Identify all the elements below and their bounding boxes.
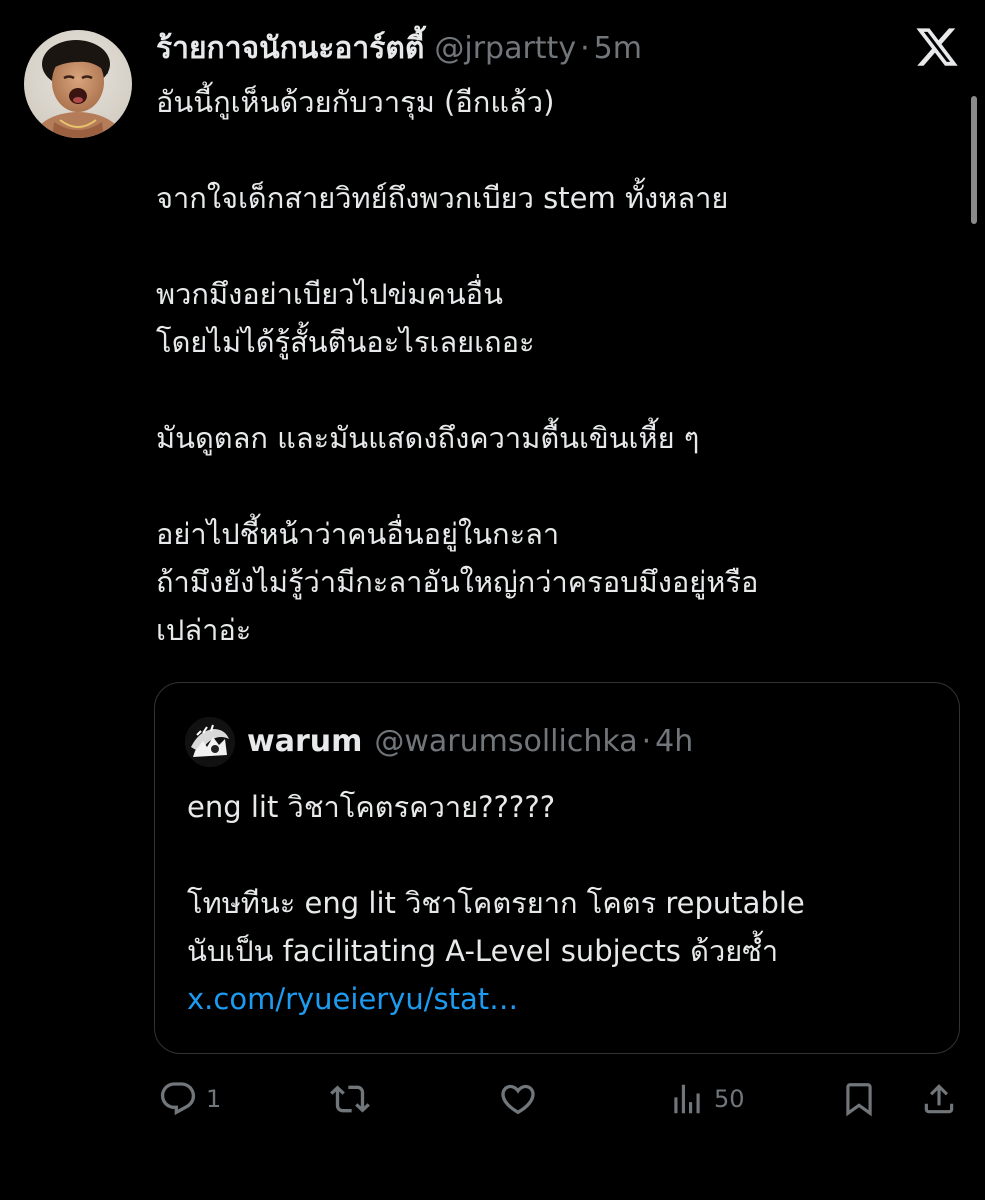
views-chart-icon	[668, 1080, 706, 1118]
post-text-line: อย่าไปชี้หน้าว่าคนอื่นอยู่ในกะลา	[156, 517, 560, 551]
post-text-line: พวกมึงอย่าเบียวไปข่มคนอื่น	[156, 277, 503, 311]
post-text-spacer	[156, 222, 916, 270]
views-button[interactable]: 50	[668, 1076, 745, 1122]
quoted-text-line: นับเป็น facilitating A-Level subjects ด้…	[187, 934, 779, 968]
repost-icon	[330, 1079, 370, 1119]
author-avatar[interactable]	[24, 30, 132, 138]
quoted-text-line: โทษทีนะ eng lit วิชาโคตรยาก โคตร reputab…	[187, 886, 805, 920]
separator-dot: ·	[580, 30, 590, 66]
reply-button[interactable]: 1	[158, 1076, 221, 1122]
bookmark-button[interactable]	[840, 1076, 878, 1122]
author-handle[interactable]: @jrpartty	[434, 31, 576, 66]
x-logo-icon[interactable]	[914, 24, 960, 70]
post-text-line: โดยไม่ได้รู้สั้นตีนอะไรเลยเถอะ	[156, 325, 535, 359]
bookmark-icon	[840, 1080, 878, 1118]
separator-dot: ·	[641, 723, 652, 759]
post-time[interactable]: 5m	[594, 31, 642, 66]
quoted-author-name[interactable]: warum	[247, 724, 362, 759]
repost-button[interactable]	[330, 1076, 370, 1122]
like-button[interactable]	[498, 1076, 538, 1122]
share-icon	[920, 1080, 958, 1118]
post-text-line: เปล่าอ่ะ	[156, 613, 252, 647]
post-header: ร้ายกาจนักนะอาร์ตตี้ @jrpartty · 5m	[156, 26, 642, 70]
quoted-text-spacer	[187, 831, 947, 879]
reply-icon	[158, 1079, 198, 1119]
quoted-post-header: warum @warumsollichka · 4h	[247, 719, 693, 763]
quoted-post-link[interactable]: x.com/ryueieryu/stat…	[187, 975, 947, 1023]
post-text-line: ถ้ามึงยังไม่รู้ว่ามีกะลาอันใหญ่กว่าครอบม…	[156, 565, 759, 599]
action-bar: 1 50	[0, 1076, 985, 1122]
quoted-post-time[interactable]: 4h	[655, 724, 693, 759]
author-name[interactable]: ร้ายกาจนักนะอาร์ตตี้	[156, 25, 424, 72]
quoted-text-line: eng lit วิชาโคตรควาย?????	[187, 790, 556, 824]
views-count: 50	[714, 1085, 745, 1113]
quoted-author-handle[interactable]: @warumsollichka	[374, 724, 637, 759]
quoted-post-text: eng lit วิชาโคตรควาย????? โทษทีนะ eng li…	[187, 783, 947, 1023]
scrollbar-thumb[interactable]	[971, 96, 977, 224]
post-text-line: มันดูตลก และมันแสดงถึงความตื้นเขินเหี้ย …	[156, 421, 700, 455]
post-text-spacer	[156, 462, 916, 510]
heart-icon	[498, 1079, 538, 1119]
post-text-line: จากใจเด็กสายวิทย์ถึงพวกเบียว stem ทั้งหล…	[156, 181, 729, 215]
post-text: อันนี้กูเห็นด้วยกับวารุม (อีกแล้ว) จากใจ…	[156, 78, 916, 654]
post-text-line: อันนี้กูเห็นด้วยกับวารุม (อีกแล้ว)	[156, 85, 555, 119]
quoted-post-card[interactable]: warum @warumsollichka · 4h eng lit วิชาโ…	[154, 682, 960, 1054]
post-text-spacer	[156, 126, 916, 174]
quoted-author-avatar[interactable]	[185, 717, 235, 767]
reply-count: 1	[206, 1085, 222, 1113]
post-text-spacer	[156, 366, 916, 414]
share-button[interactable]	[920, 1076, 958, 1122]
